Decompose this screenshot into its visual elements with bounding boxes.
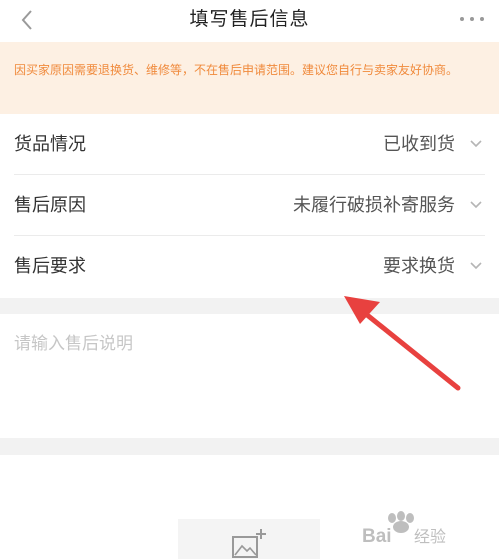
notice-text: 因买家原因需要退换货、维修等，不在售后申请范围。建议您自行与卖家友好协商。 [14, 63, 459, 77]
reason-value[interactable]: 未履行破损补寄服务 [293, 175, 455, 236]
goods-status-value[interactable]: 已收到货 [383, 114, 455, 175]
nav-bar: 填写售后信息 [0, 0, 499, 42]
add-image-icon [232, 529, 266, 558]
request-label: 售后要求 [14, 256, 86, 277]
red-arrow-annotation [344, 296, 461, 391]
goods-status-label: 货品情况 [14, 134, 86, 155]
svg-text:经验: 经验 [414, 528, 446, 546]
svg-text:Bai: Bai [362, 526, 392, 547]
chevron-down-icon[interactable] [469, 139, 483, 149]
after-sale-form: 货品情况 已收到货 售后原因 未履行破损补寄服务 售后要求 要求换货 [0, 114, 499, 298]
more-horizontal-icon[interactable] [457, 14, 487, 24]
form-row-reason[interactable]: 售后原因 未履行破损补寄服务 [0, 175, 499, 236]
chevron-down-icon[interactable] [469, 261, 483, 271]
chevron-down-icon[interactable] [469, 200, 483, 210]
notice-banner: 因买家原因需要退换货、维修等，不在售后申请范围。建议您自行与卖家友好协商。 [0, 42, 499, 114]
page-title: 填写售后信息 [189, 8, 310, 30]
baidu-jingyan-watermark: Bai 经验 [362, 511, 446, 547]
upload-image-button[interactable] [178, 519, 320, 559]
reason-label: 售后原因 [14, 195, 86, 216]
form-row-goods-status[interactable]: 货品情况 已收到货 [0, 114, 499, 175]
